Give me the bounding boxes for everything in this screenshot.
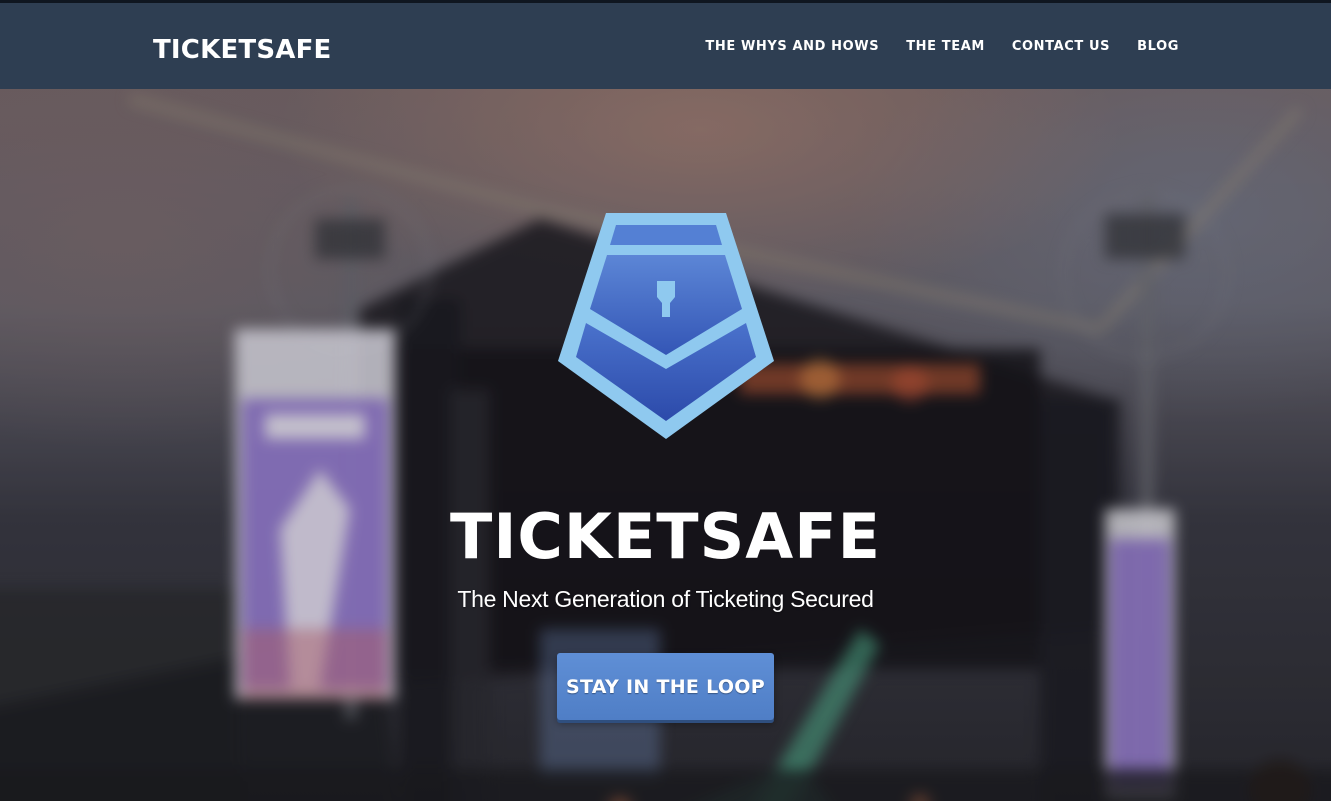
nav-link-team[interactable]: THE TEAM bbox=[906, 38, 985, 56]
ticket-shield-lock-icon bbox=[558, 213, 774, 439]
hero-subtitle: The Next Generation of Ticketing Secured bbox=[457, 586, 874, 612]
navbar: TICKETSAFE THE WHYS AND HOWS THE TEAM CO… bbox=[0, 3, 1331, 89]
nav-item-whys-and-hows: THE WHYS AND HOWS bbox=[705, 38, 879, 56]
hero-title: TICKETSAFE bbox=[450, 500, 881, 573]
nav-menu: THE WHYS AND HOWS THE TEAM CONTACT US BL… bbox=[705, 38, 1179, 56]
stay-in-the-loop-button[interactable]: STAY IN THE LOOP bbox=[557, 653, 774, 720]
nav-link-whys-and-hows[interactable]: THE WHYS AND HOWS bbox=[705, 38, 879, 56]
hero-content: TICKETSAFE The Next Generation of Ticket… bbox=[0, 89, 1331, 801]
nav-item-contact: CONTACT US bbox=[1012, 38, 1110, 56]
nav-link-contact[interactable]: CONTACT US bbox=[1012, 38, 1110, 56]
top-border bbox=[0, 0, 1331, 3]
nav-item-blog: BLOG bbox=[1137, 38, 1179, 56]
nav-item-team: THE TEAM bbox=[906, 38, 985, 56]
hero-section: TICKETSAFE The Next Generation of Ticket… bbox=[0, 89, 1331, 801]
nav-link-blog[interactable]: BLOG bbox=[1137, 38, 1179, 56]
page: TICKETSAFE THE WHYS AND HOWS THE TEAM CO… bbox=[0, 0, 1331, 801]
brand-logo-link[interactable]: TICKETSAFE bbox=[153, 33, 332, 67]
